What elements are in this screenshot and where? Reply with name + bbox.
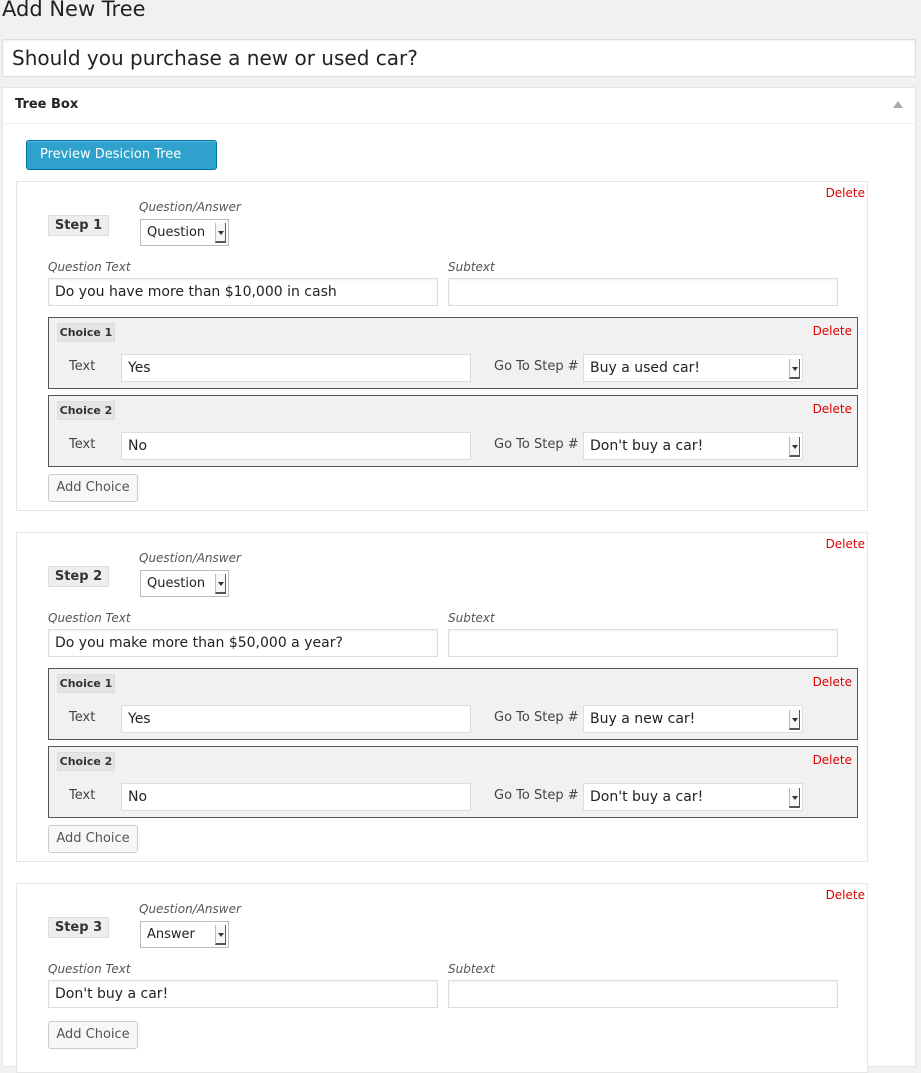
choice-text-label: Text	[69, 788, 96, 803]
go-to-step-value: Don't buy a car!	[590, 789, 704, 805]
question-answer-value: Question	[147, 225, 206, 240]
go-to-step-select[interactable]: Don't buy a car!	[583, 783, 803, 811]
select-arrow-icon	[789, 710, 800, 730]
delete-choice-link[interactable]: Delete	[813, 753, 852, 767]
choice-1: Choice 1 Delete Text Yes Go To Step # Bu…	[48, 668, 858, 740]
add-choice-button[interactable]: Add Choice	[48, 1021, 138, 1049]
delete-step-1-link[interactable]: Delete	[826, 186, 865, 200]
question-text-label: Question Text	[48, 962, 131, 976]
preview-decision-tree-button[interactable]: Preview Desicion Tree	[26, 140, 217, 170]
subtext-label: Subtext	[448, 260, 495, 274]
question-answer-label: Question/Answer	[139, 200, 241, 214]
step-2: Delete Step 2 Question/Answer Question Q…	[16, 532, 868, 862]
go-to-step-select[interactable]: Don't buy a car!	[583, 432, 803, 460]
question-answer-select[interactable]: Question	[140, 570, 229, 597]
go-to-step-value: Don't buy a car!	[590, 438, 704, 454]
select-arrow-icon	[789, 359, 800, 379]
choice-text-input[interactable]: Yes	[121, 354, 471, 382]
go-to-step-label: Go To Step #	[494, 359, 579, 374]
select-arrow-icon	[789, 788, 800, 808]
question-text-label: Question Text	[48, 260, 131, 274]
choice-2: Choice 2 Delete Text No Go To Step # Don…	[48, 746, 858, 818]
choice-label: Choice 2	[57, 752, 115, 771]
tree-title-input[interactable]: Should you purchase a new or used car?	[2, 39, 916, 77]
choice-text-input[interactable]: No	[121, 783, 471, 811]
go-to-step-label: Go To Step #	[494, 710, 579, 725]
choice-label: Choice 1	[57, 674, 115, 693]
subtext-label: Subtext	[448, 962, 495, 976]
question-answer-label: Question/Answer	[139, 902, 241, 916]
choice-text-input[interactable]: No	[121, 432, 471, 460]
select-arrow-icon	[215, 925, 226, 945]
question-text-label: Question Text	[48, 611, 131, 625]
go-to-step-select[interactable]: Buy a new car!	[583, 705, 803, 733]
go-to-step-value: Buy a used car!	[590, 360, 701, 376]
go-to-step-value: Buy a new car!	[590, 711, 696, 727]
choice-text-label: Text	[69, 710, 96, 725]
choice-text-label: Text	[69, 437, 96, 452]
select-arrow-icon	[789, 437, 800, 457]
go-to-step-label: Go To Step #	[494, 437, 579, 452]
question-text-input[interactable]: Don't buy a car!	[48, 980, 438, 1008]
question-text-input[interactable]: Do you have more than $10,000 in cash	[48, 278, 438, 306]
question-answer-value: Question	[147, 576, 206, 591]
step-label: Step 1	[48, 215, 109, 236]
subtext-label: Subtext	[448, 611, 495, 625]
choice-text-input[interactable]: Yes	[121, 705, 471, 733]
subtext-input[interactable]	[448, 980, 838, 1008]
tree-box: Tree Box Preview Desicion Tree Delete St…	[2, 87, 916, 1073]
delete-choice-link[interactable]: Delete	[813, 675, 852, 689]
go-to-step-label: Go To Step #	[494, 788, 579, 803]
caret-up-icon[interactable]	[893, 101, 903, 108]
question-text-input[interactable]: Do you make more than $50,000 a year?	[48, 629, 438, 657]
tree-box-title: Tree Box	[15, 97, 79, 112]
delete-step-2-link[interactable]: Delete	[826, 537, 865, 551]
choice-2: Choice 2 Delete Text No Go To Step # Don…	[48, 395, 858, 467]
subtext-input[interactable]	[448, 278, 838, 306]
question-answer-value: Answer	[147, 927, 195, 942]
choice-label: Choice 1	[57, 323, 115, 342]
page-title: Add New Tree	[2, 0, 146, 21]
choice-text-label: Text	[69, 359, 96, 374]
delete-choice-link[interactable]: Delete	[813, 402, 852, 416]
choice-label: Choice 2	[57, 401, 115, 420]
add-choice-button[interactable]: Add Choice	[48, 474, 138, 502]
step-3: Delete Step 3 Question/Answer Answer Que…	[16, 883, 868, 1073]
choice-1: Choice 1 Delete Text Yes Go To Step # Bu…	[48, 317, 858, 389]
go-to-step-select[interactable]: Buy a used car!	[583, 354, 803, 382]
select-arrow-icon	[215, 223, 226, 243]
select-arrow-icon	[215, 574, 226, 594]
subtext-input[interactable]	[448, 629, 838, 657]
step-1: Delete Step 1 Question/Answer Question Q…	[16, 181, 868, 511]
step-label: Step 2	[48, 566, 109, 587]
delete-step-3-link[interactable]: Delete	[826, 888, 865, 902]
delete-choice-link[interactable]: Delete	[813, 324, 852, 338]
question-answer-select[interactable]: Question	[140, 219, 229, 246]
step-label: Step 3	[48, 917, 109, 938]
add-choice-button[interactable]: Add Choice	[48, 825, 138, 853]
question-answer-select[interactable]: Answer	[140, 921, 229, 948]
tree-box-header[interactable]: Tree Box	[3, 88, 915, 124]
question-answer-label: Question/Answer	[139, 551, 241, 565]
